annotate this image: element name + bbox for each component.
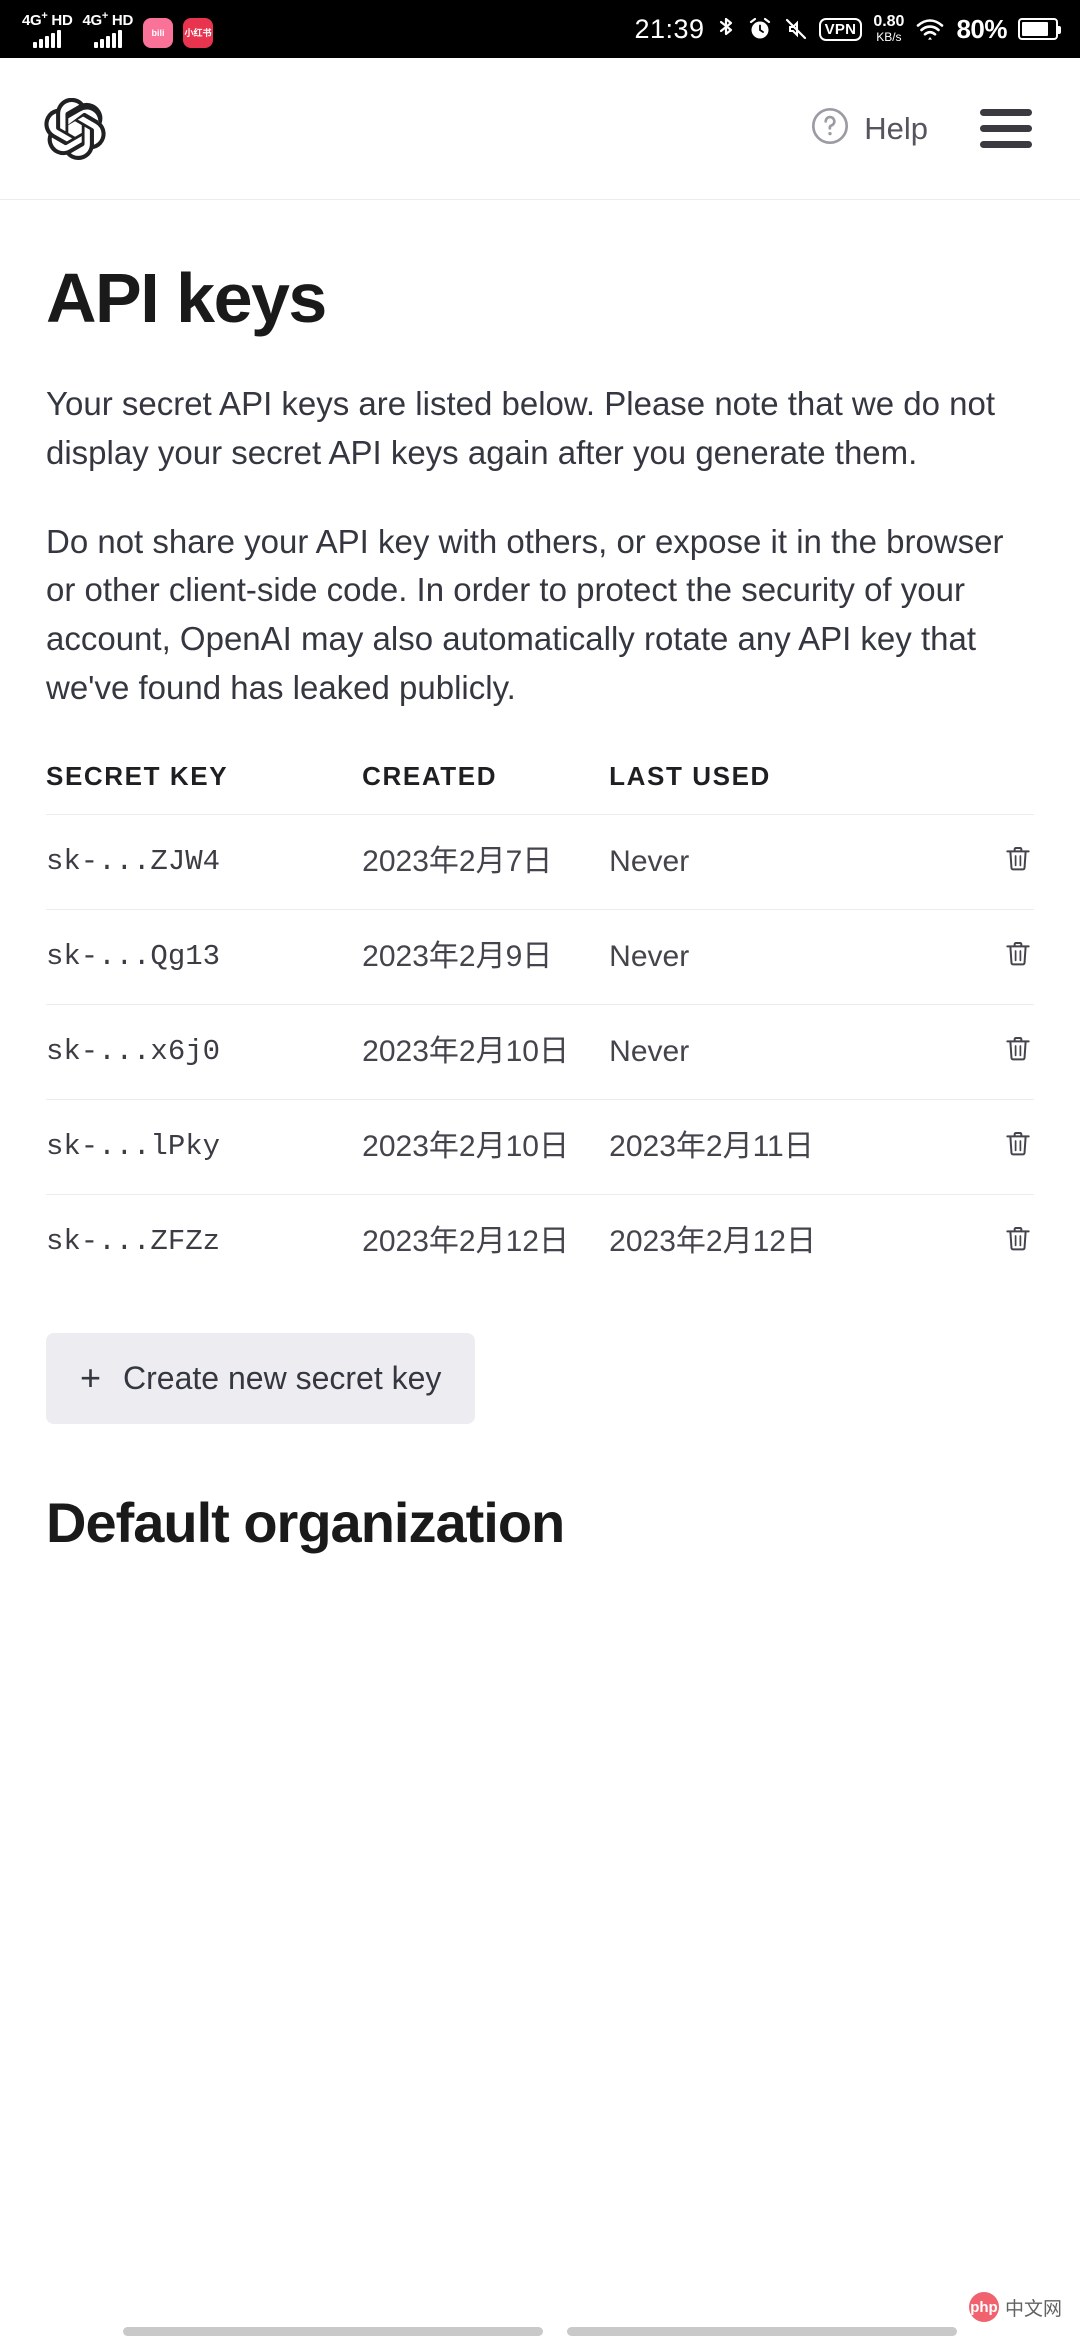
bilibili-app-icon: bili <box>143 18 173 48</box>
status-bar-left: 4G+ HD 4G+ HD bili 小红书 <box>22 11 213 48</box>
network-speed-unit: KB/s <box>876 31 901 44</box>
created-date-value: 2023年2月12日 <box>362 1194 609 1289</box>
sim2-plus: + <box>102 10 108 22</box>
main-content: API keys Your secret API keys are listed… <box>0 258 1080 1555</box>
trash-icon[interactable] <box>1002 841 1034 883</box>
sim2-signal-indicator: 4G+ HD <box>83 11 134 48</box>
last-used-value: Never <box>609 814 915 909</box>
secret-key-value: sk-...Qg13 <box>46 909 362 1004</box>
api-keys-table-body: sk-...ZJW42023年2月7日Neversk-...Qg132023年2… <box>46 814 1034 1289</box>
page-title: API keys <box>46 258 1034 338</box>
sim2-hd: HD <box>112 12 133 29</box>
column-header-secret-key: SECRET KEY <box>46 761 362 815</box>
sim2-network-label: 4G+ HD <box>83 11 134 28</box>
default-organization-heading: Default organization <box>46 1490 1034 1555</box>
delete-key-button[interactable] <box>915 1194 1034 1289</box>
alarm-icon <box>747 16 773 42</box>
nav-handle-left[interactable] <box>123 2327 543 2336</box>
help-button[interactable]: Help <box>810 106 928 151</box>
battery-icon <box>1018 18 1058 40</box>
intro-paragraph-1: Your secret API keys are listed below. P… <box>46 380 1034 478</box>
question-circle-icon <box>810 106 850 151</box>
secret-key-value: sk-...ZJW4 <box>46 814 362 909</box>
last-used-value: 2023年2月11日 <box>609 1099 915 1194</box>
table-header-row: SECRET KEY CREATED LAST USED <box>46 761 1034 815</box>
trash-icon[interactable] <box>1002 1031 1034 1073</box>
watermark-text: 中文网 <box>1005 2294 1062 2321</box>
sim1-network-type: 4G <box>22 12 41 29</box>
wifi-icon <box>915 16 945 42</box>
status-bar: 4G+ HD 4G+ HD bili 小红书 21:39 <box>0 0 1080 58</box>
php-badge-icon: php <box>969 2292 999 2322</box>
app-header-actions: Help <box>810 105 1036 152</box>
create-new-secret-key-label: Create new secret key <box>123 1360 441 1397</box>
network-speed-indicator: 0.80 KB/s <box>873 14 904 43</box>
delete-key-button[interactable] <box>915 1099 1034 1194</box>
app-header: Help <box>0 58 1080 200</box>
trash-icon[interactable] <box>1002 1221 1034 1263</box>
mute-icon <box>784 16 808 42</box>
hamburger-menu-icon[interactable] <box>976 105 1036 152</box>
sim1-signal-bars-icon <box>33 30 61 48</box>
table-row: sk-...ZJW42023年2月7日Never <box>46 814 1034 909</box>
secret-key-value: sk-...ZFZz <box>46 1194 362 1289</box>
status-bar-clock: 21:39 <box>634 14 704 45</box>
site-watermark: php 中文网 <box>969 2292 1062 2322</box>
sim2-signal-bars-icon <box>94 30 122 48</box>
table-row: sk-...Qg132023年2月9日Never <box>46 909 1034 1004</box>
table-row: sk-...x6j02023年2月10日Never <box>46 1004 1034 1099</box>
created-date-value: 2023年2月10日 <box>362 1099 609 1194</box>
api-keys-table-header: SECRET KEY CREATED LAST USED <box>46 761 1034 815</box>
last-used-value: Never <box>609 909 915 1004</box>
plus-icon: + <box>80 1360 101 1396</box>
created-date-value: 2023年2月9日 <box>362 909 609 1004</box>
sim1-hd: HD <box>51 12 72 29</box>
table-row: sk-...lPky2023年2月10日2023年2月11日 <box>46 1099 1034 1194</box>
system-navigation-bar[interactable] <box>0 2322 1080 2340</box>
trash-icon[interactable] <box>1002 1126 1034 1168</box>
delete-key-button[interactable] <box>915 1004 1034 1099</box>
delete-key-button[interactable] <box>915 814 1034 909</box>
column-header-actions <box>915 761 1034 815</box>
secret-key-value: sk-...x6j0 <box>46 1004 362 1099</box>
created-date-value: 2023年2月7日 <box>362 814 609 909</box>
api-keys-table: SECRET KEY CREATED LAST USED sk-...ZJW42… <box>46 761 1034 1289</box>
nav-handle-right[interactable] <box>567 2327 957 2336</box>
sim1-plus: + <box>41 10 47 22</box>
created-date-value: 2023年2月10日 <box>362 1004 609 1099</box>
help-label: Help <box>864 111 928 147</box>
battery-percentage: 80% <box>956 14 1007 45</box>
xiaohongshu-app-icon: 小红书 <box>183 18 213 48</box>
secret-key-value: sk-...lPky <box>46 1099 362 1194</box>
network-speed-value: 0.80 <box>873 14 904 31</box>
sim1-network-label: 4G+ HD <box>22 11 73 28</box>
vpn-indicator: VPN <box>819 18 863 41</box>
last-used-value: Never <box>609 1004 915 1099</box>
column-header-created: CREATED <box>362 761 609 815</box>
status-bar-right: 21:39 VPN 0.80 KB/s <box>634 14 1058 45</box>
table-row: sk-...ZFZz2023年2月12日2023年2月12日 <box>46 1194 1034 1289</box>
create-new-secret-key-button[interactable]: + Create new secret key <box>46 1333 475 1424</box>
trash-icon[interactable] <box>1002 936 1034 978</box>
sim1-signal-indicator: 4G+ HD <box>22 11 73 48</box>
column-header-last-used: LAST USED <box>609 761 915 815</box>
openai-logo[interactable] <box>44 98 106 160</box>
bluetooth-icon <box>716 16 736 42</box>
sim2-network-type: 4G <box>83 12 102 29</box>
intro-paragraph-2: Do not share your API key with others, o… <box>46 518 1034 713</box>
delete-key-button[interactable] <box>915 909 1034 1004</box>
bilibili-app-label: bili <box>152 28 165 38</box>
xiaohongshu-app-label: 小红书 <box>184 26 211 39</box>
last-used-value: 2023年2月12日 <box>609 1194 915 1289</box>
